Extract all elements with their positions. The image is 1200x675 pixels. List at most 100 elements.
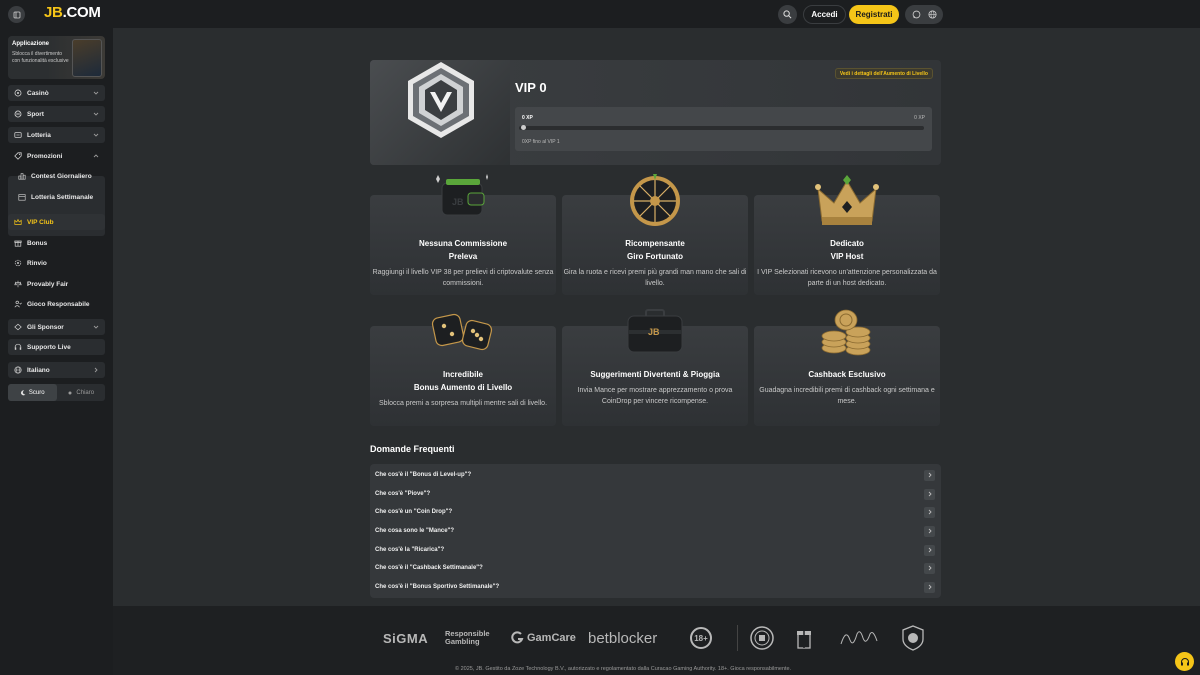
- faq-question: Che cos'è il "Bonus di Level-up"?: [375, 472, 472, 478]
- footer-divider: [737, 625, 738, 651]
- feature-card-cashback: Cashback Esclusivo Guadagna incredibili …: [754, 309, 940, 426]
- sidebar-item-language[interactable]: Italiano: [8, 362, 105, 378]
- sidebar-subitem-weekly-lottery[interactable]: Lotteria Settimanale: [12, 189, 102, 205]
- globe-icon[interactable]: [927, 10, 937, 19]
- sidebar-item-sport[interactable]: Sport: [8, 106, 105, 122]
- app-promo-card[interactable]: Applicazione Sblocca il divertimento con…: [8, 36, 105, 79]
- sun-icon: [68, 391, 72, 394]
- authority-seal-icon[interactable]: [750, 626, 774, 650]
- footer: SiGMA Responsible Gambling GamCare betbl…: [113, 606, 1200, 675]
- sport-icon: [11, 110, 25, 118]
- feature-description: Sblocca premi a sorpresa multipli mentre…: [378, 400, 548, 407]
- vip-badge-icon: [408, 62, 474, 138]
- feature-description: Invia Mance per mostrare apprezzamento o…: [577, 387, 733, 405]
- sidebar-item-vip-club[interactable]: VIP Club: [8, 214, 105, 230]
- crown-icon: [815, 175, 879, 225]
- sidebar-item-responsible-gaming[interactable]: Gioco Responsabile: [8, 296, 105, 312]
- contest-icon: [15, 172, 29, 180]
- chevron-right-icon: [924, 544, 935, 556]
- faq-item[interactable]: Che cos'è la "Ricarica"?: [370, 541, 941, 559]
- weekly-lottery-icon: [15, 193, 29, 201]
- search-button[interactable]: [778, 5, 797, 24]
- sidebar-item-label: Casinò: [27, 89, 49, 97]
- feature-title: Nessuna Commissione: [418, 239, 508, 248]
- headset-icon: [11, 343, 25, 351]
- chevron-down-icon: [91, 90, 101, 96]
- chevron-right-icon: [924, 506, 935, 518]
- fair-icon: [11, 280, 25, 288]
- faq-list: Che cos'è il "Bonus di Level-up"? Che co…: [370, 464, 941, 598]
- gamcare-logo[interactable]: GamCare: [511, 628, 576, 648]
- chevron-right-icon: [924, 581, 935, 593]
- faq-item[interactable]: Che cos'è "Piove"?: [370, 485, 941, 503]
- faq-item[interactable]: Che cos'è un "Coin Drop"?: [370, 503, 941, 521]
- theme-dark-option[interactable]: Scuro: [8, 384, 57, 401]
- faq-question: Che cos'è il "Cashback Settimanale"?: [375, 565, 483, 571]
- betblocker-logo[interactable]: betblocker: [588, 628, 657, 648]
- faq-item[interactable]: Che cosa sono le "Mance"?: [370, 522, 941, 540]
- sidebar-item-bonus[interactable]: Bonus: [8, 235, 105, 251]
- feature-description: Raggiungi il livello VIP 38 per prelievi…: [372, 269, 554, 287]
- sidebar: Applicazione Sblocca il divertimento con…: [0, 28, 113, 675]
- header-utility-group: [905, 5, 943, 24]
- chevron-right-icon: [924, 525, 935, 537]
- faq-item[interactable]: Che cos'è il "Cashback Settimanale"?: [370, 559, 941, 577]
- chevron-right-icon: [924, 469, 935, 481]
- theme-light-option[interactable]: Chiaro: [57, 384, 106, 401]
- crown-icon: [11, 218, 25, 226]
- feature-title: Incredibile: [442, 370, 483, 379]
- copyright-text: © 2025, JB. Gestito da Zoze Technology B…: [455, 666, 792, 672]
- age-18-badge[interactable]: 18+: [690, 627, 712, 649]
- sidebar-item-label: Contest Giornaliero: [31, 172, 92, 180]
- register-button[interactable]: Registrati: [849, 5, 899, 24]
- faq-question: Che cos'è un "Coin Drop"?: [375, 509, 453, 515]
- xp-remaining-note: 0XP fino al VIP 1: [522, 139, 560, 145]
- sidebar-item-casino[interactable]: Casinò: [8, 85, 105, 101]
- xp-current: 0 XP: [522, 115, 533, 121]
- sidebar-item-rebate[interactable]: Rinvio: [8, 255, 105, 271]
- xp-progress-panel: 0 XP 0 XP 0XP fino al VIP 1: [515, 107, 932, 151]
- phone-preview-image: [72, 39, 102, 77]
- feature-description: Gira la ruota e ricevi premi più grandi …: [563, 269, 747, 287]
- sidebar-item-label: Lotteria Settimanale: [31, 193, 94, 201]
- chevron-right-icon: [924, 488, 935, 500]
- feature-subtitle: Bonus Aumento di Livello: [413, 383, 513, 392]
- gift-box-logo-icon[interactable]: [796, 626, 812, 650]
- feature-subtitle: Preleva: [448, 252, 478, 261]
- sidebar-item-lottery[interactable]: Lotteria: [8, 127, 105, 143]
- sidebar-item-promotions[interactable]: Promozioni: [8, 148, 105, 164]
- sidebar-item-provably-fair[interactable]: Provably Fair: [8, 276, 105, 292]
- live-support-button[interactable]: [1175, 652, 1194, 671]
- sigma-logo[interactable]: SiGMA: [383, 628, 428, 648]
- promotions-icon: [11, 152, 25, 160]
- football-club-crest-icon[interactable]: [901, 625, 925, 651]
- coin-stack-icon: [821, 309, 871, 356]
- chat-icon[interactable]: [912, 10, 921, 19]
- svg-text:JB: JB: [452, 197, 464, 207]
- sidebar-item-sponsors[interactable]: Gli Sponsor: [8, 319, 105, 335]
- faq-item[interactable]: Che cos'è il "Bonus di Level-up"?: [370, 466, 941, 484]
- vip-details-link[interactable]: Vedi i dettagli dell'Aumento di Livello: [834, 68, 933, 79]
- login-button[interactable]: Accedi: [803, 5, 846, 24]
- sidebar-toggle-button[interactable]: [8, 6, 25, 23]
- sidebar-item-label: Sport: [27, 110, 44, 118]
- wallet-icon: JB: [436, 174, 488, 216]
- xp-progress-knob: [521, 125, 526, 130]
- feature-card-lucky-spin: Ricompensante Giro Fortunato Gira la ruo…: [562, 174, 748, 295]
- sidebar-item-label: Italiano: [27, 366, 50, 374]
- sidebar-subitem-daily-contest[interactable]: Contest Giornaliero: [12, 168, 102, 184]
- sidebar-item-label: Provably Fair: [27, 280, 69, 288]
- faq-item[interactable]: Che cos'è il "Bonus Sportivo Settimanale…: [370, 578, 941, 596]
- theme-toggle: Scuro Chiaro: [8, 384, 105, 401]
- sidebar-item-live-support[interactable]: Supporto Live: [8, 339, 105, 355]
- lottery-icon: [11, 131, 25, 139]
- site-logo[interactable]: JB.COM: [44, 4, 101, 21]
- xp-target: 0 XP: [914, 115, 925, 121]
- feature-subtitle: VIP Host: [830, 252, 864, 261]
- vip-status-banner: VIP 0 Vedi i dettagli dell'Aumento di Li…: [370, 60, 941, 165]
- gamcare-icon: [511, 631, 524, 644]
- responsible-gambling-logo[interactable]: Responsible Gambling: [445, 628, 490, 648]
- sidebar-item-label: Gioco Responsabile: [27, 300, 90, 308]
- vip-level-title: VIP 0: [515, 80, 547, 95]
- ambassador-signature-icon[interactable]: [838, 626, 880, 650]
